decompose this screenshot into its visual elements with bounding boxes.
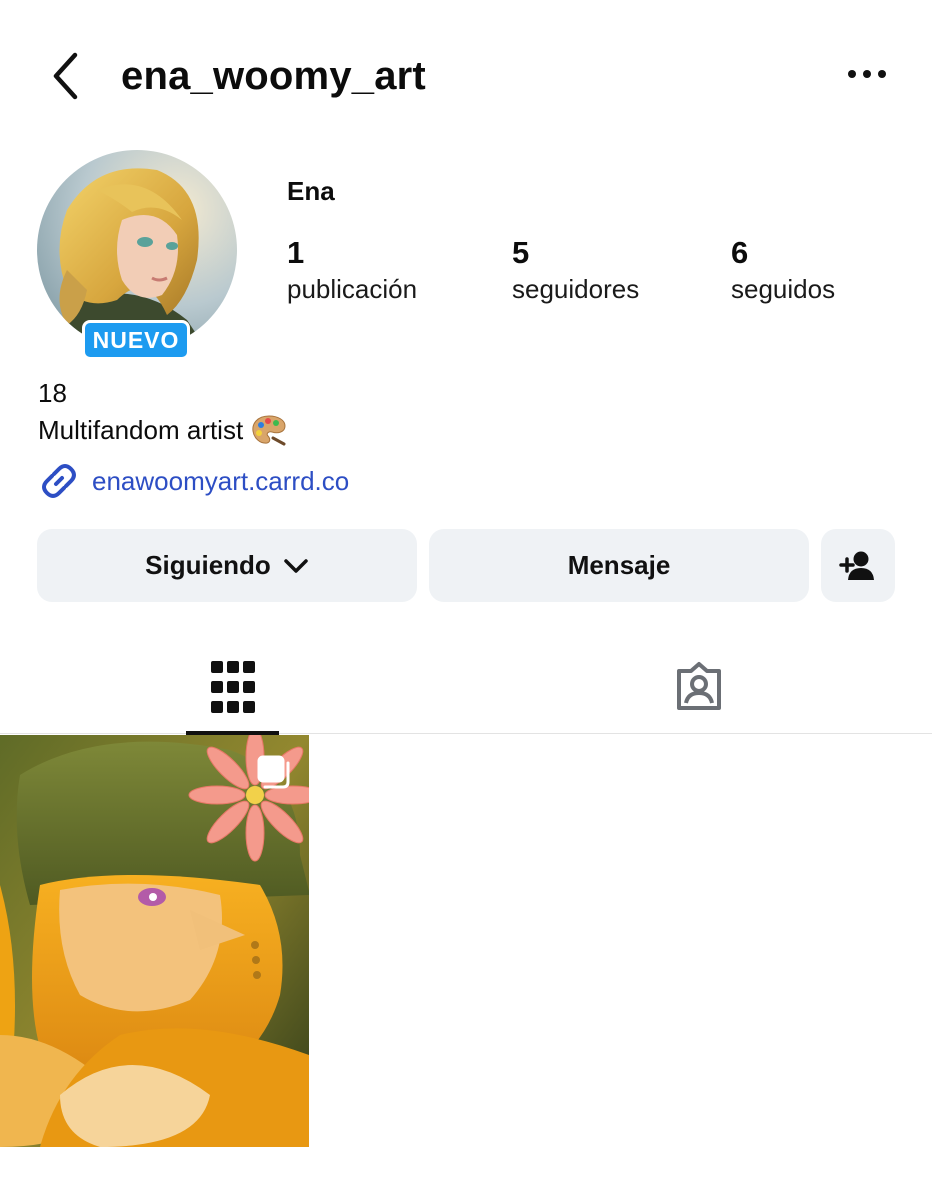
more-horizontal-icon	[848, 70, 886, 78]
profile-header: ena_woomy_art	[0, 0, 932, 150]
post-image	[0, 735, 309, 1147]
tab-tagged[interactable]	[652, 640, 746, 734]
bio-line: Multifandom artist	[38, 414, 287, 446]
tagged-icon	[677, 662, 721, 710]
bio-text: Multifandom artist	[38, 414, 244, 445]
new-badge: NUEVO	[82, 320, 190, 360]
following-label: Siguiendo	[145, 550, 271, 580]
bio-line: 18	[38, 378, 67, 408]
multi-post-icon	[256, 754, 292, 790]
display-name: Ena	[287, 176, 335, 206]
posts-count[interactable]: 1 publicación	[287, 234, 417, 306]
add-person-icon	[839, 551, 874, 580]
profile-tabs	[0, 640, 932, 735]
suggested-users-button[interactable]	[821, 529, 895, 602]
chevron-down-icon	[284, 558, 308, 573]
message-button[interactable]: Mensaje	[429, 529, 809, 602]
stat-label: publicación	[287, 274, 418, 304]
stat-value: 1	[287, 235, 305, 270]
palette-emoji-icon	[252, 415, 286, 446]
stat-label: seguidores	[512, 274, 640, 304]
link-icon	[42, 464, 76, 498]
post-thumbnail[interactable]	[0, 735, 309, 1147]
message-label: Mensaje	[567, 550, 671, 580]
following-button[interactable]: Siguiendo	[37, 529, 417, 602]
more-options-button[interactable]	[838, 56, 896, 92]
link-text[interactable]: enawoomyart.carrd.co	[92, 466, 349, 497]
tab-posts-grid[interactable]	[186, 640, 279, 735]
stat-value: 5	[512, 235, 530, 270]
profile-link[interactable]: enawoomyart.carrd.co	[38, 460, 349, 502]
profile-username: ena_woomy_art	[121, 54, 426, 98]
stat-label: seguidos	[731, 274, 836, 304]
chevron-left-icon	[53, 52, 78, 100]
grid-icon	[210, 661, 255, 713]
back-button[interactable]	[40, 48, 90, 104]
stat-value: 6	[731, 235, 749, 270]
following-count[interactable]: 6 seguidos	[731, 234, 835, 306]
followers-count[interactable]: 5 seguidores	[512, 234, 639, 306]
